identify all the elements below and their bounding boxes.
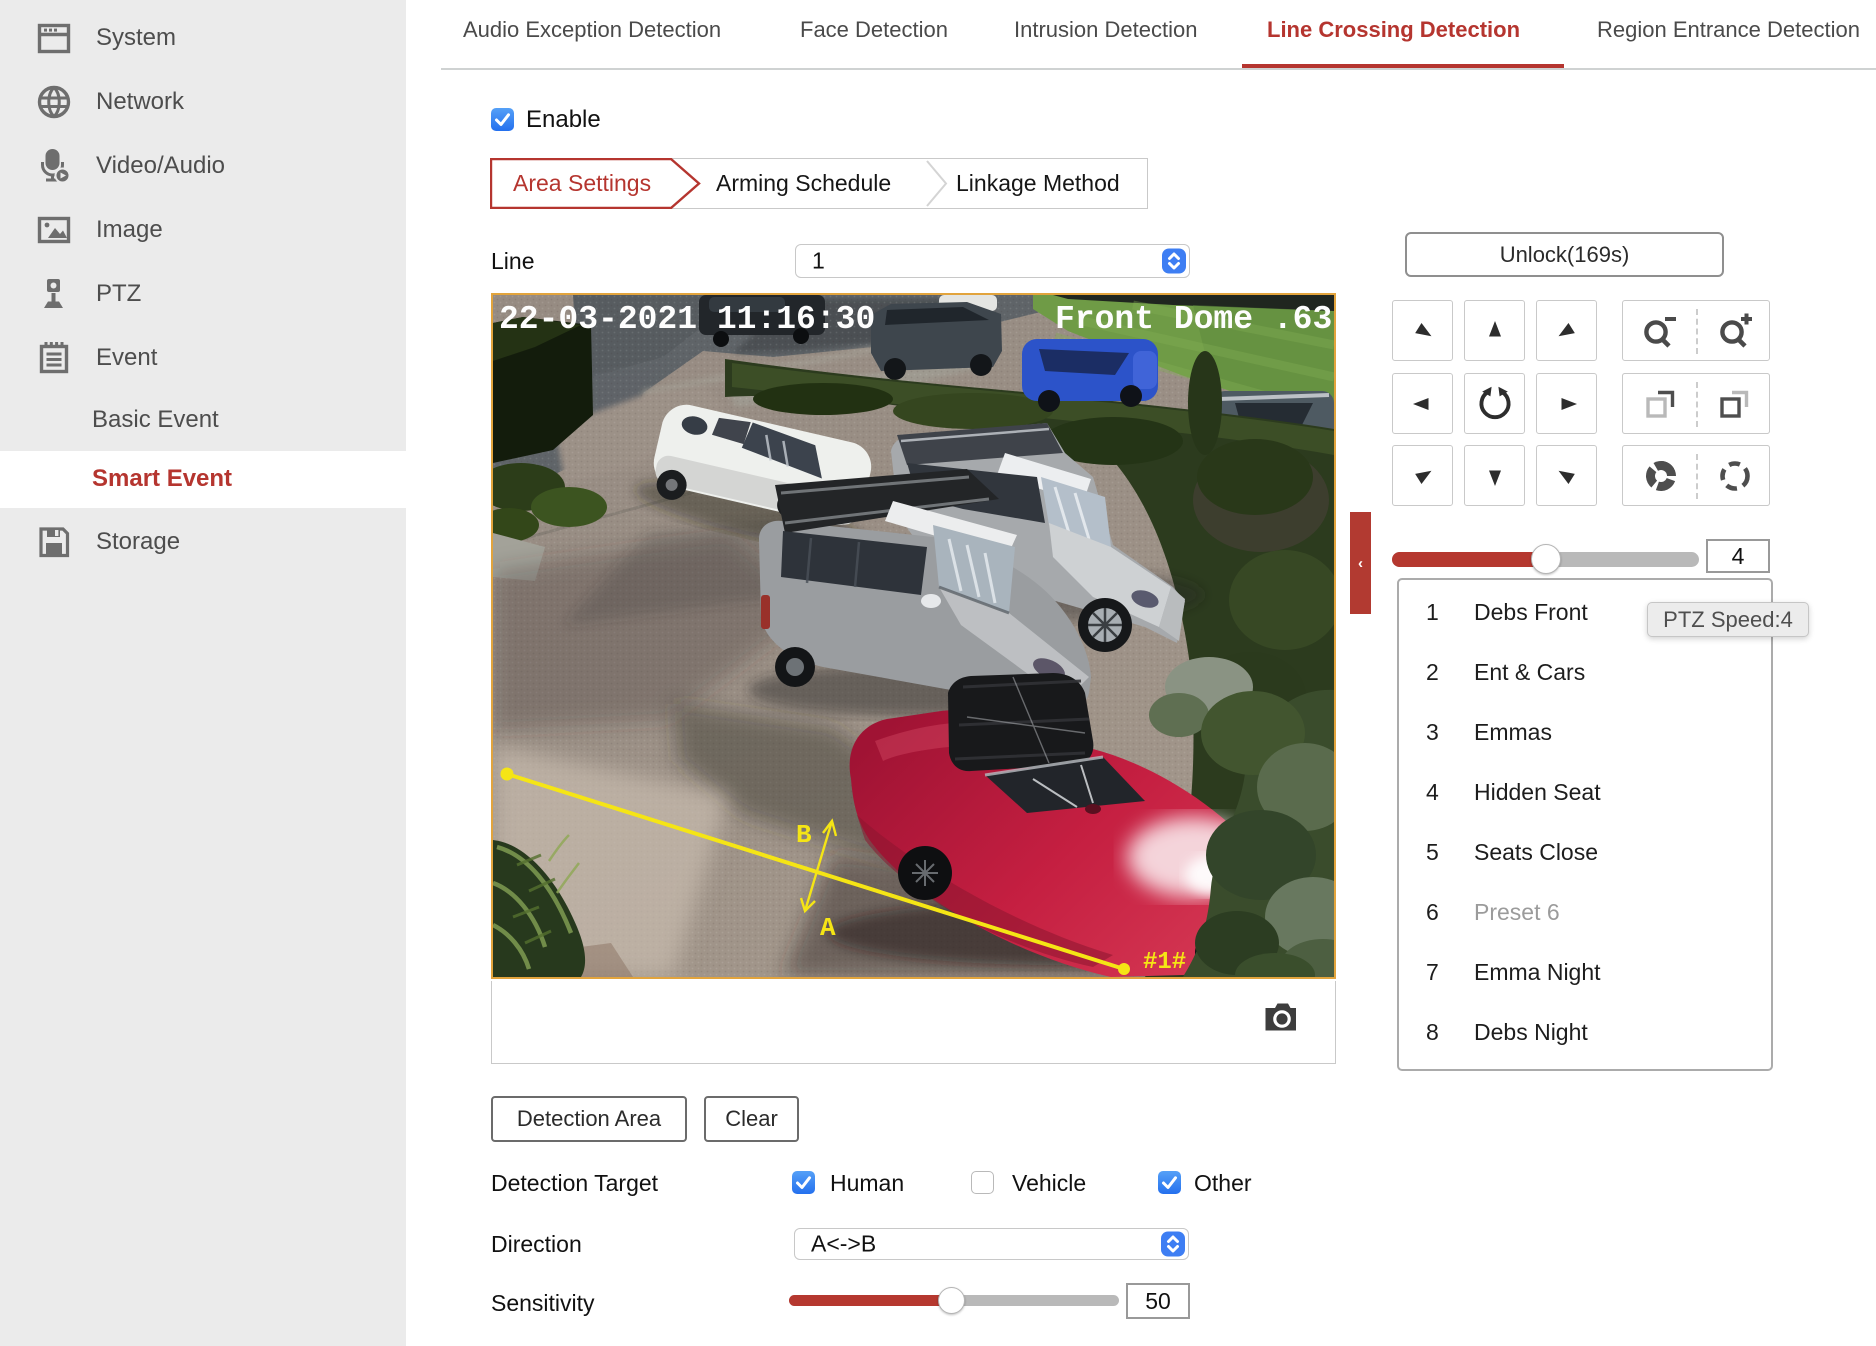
svg-text:Area Settings: Area Settings xyxy=(513,170,651,196)
svg-text:Arming Schedule: Arming Schedule xyxy=(716,170,891,196)
svg-text:Linkage Method: Linkage Method xyxy=(956,170,1120,196)
svg-text:#1#: #1# xyxy=(1143,949,1186,976)
svg-text:Front Dome .63: Front Dome .63 xyxy=(1055,301,1332,338)
svg-text:A: A xyxy=(820,913,836,943)
svg-text:22-03-2021 11:16:30: 22-03-2021 11:16:30 xyxy=(499,301,875,338)
svg-text:B: B xyxy=(796,820,812,850)
